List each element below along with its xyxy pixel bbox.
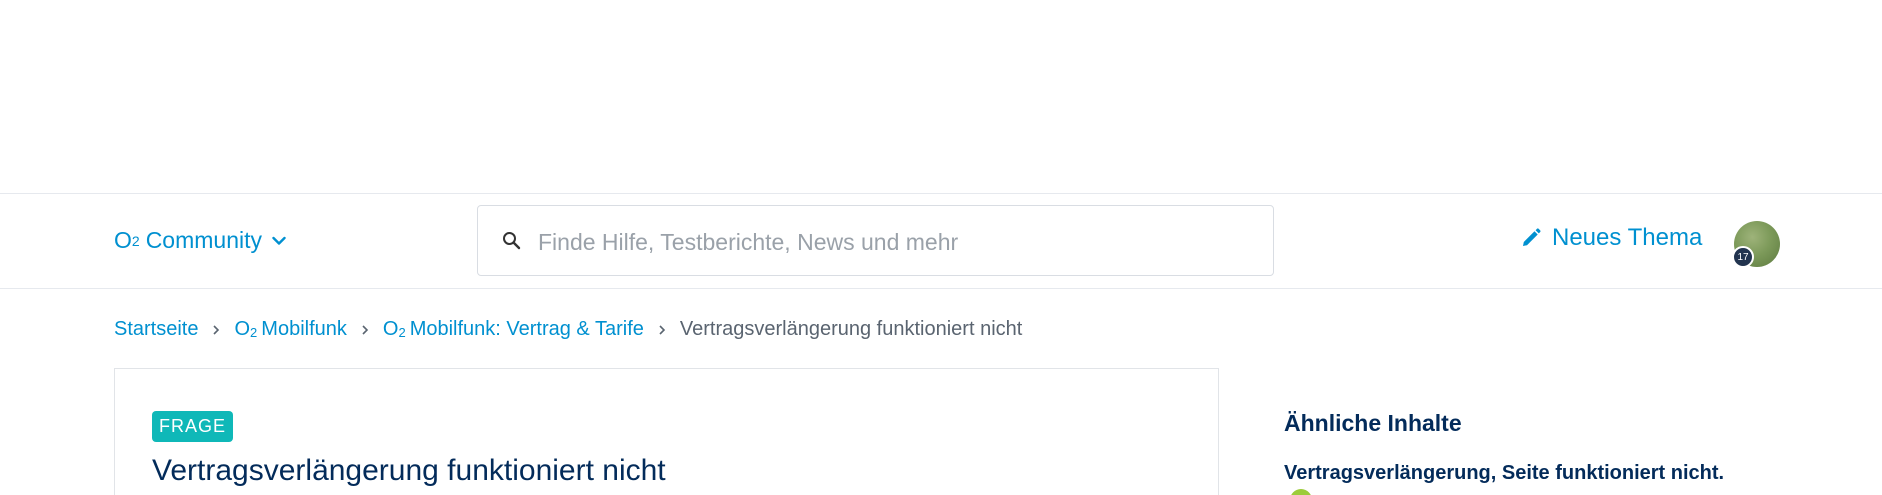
post-title: Vertragsverlängerung funktioniert nicht — [152, 454, 666, 487]
breadcrumb-current: Vertragsverlängerung funktioniert nicht — [679, 318, 1023, 340]
user-avatar[interactable]: 17 — [1732, 221, 1780, 268]
chevron-right-icon — [213, 324, 220, 335]
breadcrumb-o: O — [382, 318, 399, 340]
community-menu-toggle[interactable]: O2 Community — [114, 227, 286, 254]
search-icon — [503, 232, 521, 250]
breadcrumb: Startseite O2 Mobilfunk O2 Mobilfunk: Vert… — [114, 318, 1022, 341]
breadcrumb-label: Mobilfunk: Vertrag & Tarife — [409, 318, 644, 340]
search-input[interactable] — [538, 224, 1238, 260]
breadcrumb-home[interactable]: Startseite — [114, 318, 198, 341]
chevron-right-icon — [362, 324, 369, 335]
breadcrumb-subscript: 2 — [398, 325, 406, 340]
pencil-icon — [1523, 228, 1541, 246]
breadcrumb-label: Mobilfunk — [261, 318, 347, 340]
breadcrumb-o: O — [234, 318, 251, 340]
new-topic-button[interactable]: Neues Thema — [1520, 224, 1702, 252]
chevron-right-icon — [659, 324, 666, 335]
solved-status-icon — [1290, 489, 1312, 495]
top-navigation-bar: O2 Community Neues Thema 17 — [0, 193, 1882, 289]
breadcrumb-mobilfunk[interactable]: O2 Mobilfunk — [234, 318, 346, 341]
search-box[interactable] — [477, 205, 1274, 276]
question-tag: FRAGE — [152, 411, 234, 442]
brand-label: Community — [145, 227, 262, 253]
related-content-heading: Ähnliche Inhalte — [1284, 410, 1462, 436]
breadcrumb-subscript: 2 — [250, 325, 258, 340]
breadcrumb-vertrag-tarife[interactable]: O2 Mobilfunk: Vertrag & Tarife — [383, 318, 644, 341]
brand-subscript: 2 — [131, 232, 140, 249]
new-topic-label: Neues Thema — [1552, 224, 1703, 251]
related-item-link[interactable]: Vertragsverlängerung, Seite funktioniert… — [1284, 462, 1724, 485]
brand-o: O — [114, 227, 132, 253]
post-card: FRAGE Vertragsverlängerung funktioniert … — [114, 368, 1219, 495]
top-blank-area — [0, 0, 1882, 193]
chevron-down-icon — [272, 236, 286, 245]
notification-badge: 17 — [1732, 246, 1754, 268]
